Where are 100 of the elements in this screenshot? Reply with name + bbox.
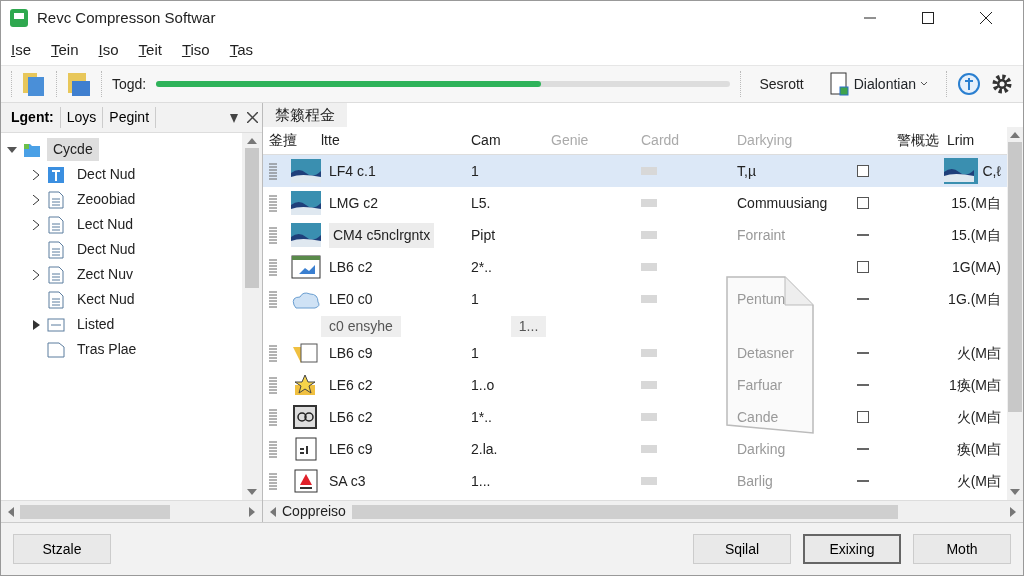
- table-cell-text: LB6 c9: [329, 343, 373, 363]
- table-cell-text: LE6 c2: [329, 375, 373, 395]
- table-row[interactable]: LB6 c9 1 Detasner 火(M卣: [263, 337, 1007, 369]
- footer-button[interactable]: Exixing: [803, 534, 901, 564]
- table-cell-text: 15.(M自: [951, 225, 1001, 245]
- chart-icon: [291, 255, 321, 279]
- column-header[interactable]: ltte: [321, 130, 471, 151]
- drag-handle-icon: [269, 290, 277, 308]
- table-row[interactable]: LMG c2 L5. Commuusiang 15.(M自: [263, 187, 1007, 219]
- drag-handle-icon: [269, 376, 277, 394]
- footer-button[interactable]: Stzale: [13, 534, 111, 564]
- tree-item[interactable]: Kect Nud: [71, 288, 141, 311]
- menu-item[interactable]: Tein: [51, 38, 79, 62]
- scroll-up-icon[interactable]: [1010, 131, 1020, 138]
- scroll-left-icon[interactable]: [7, 506, 14, 517]
- dropdown-button[interactable]: Dialontian: [821, 68, 936, 100]
- sidebar-tab[interactable]: Pegint: [103, 107, 157, 128]
- table-cell-text: Farfuar: [737, 375, 784, 395]
- table-cell-text: 1痪(M卣: [948, 375, 1001, 395]
- folder-icon[interactable]: [22, 71, 46, 97]
- tree-item[interactable]: Dect Nud: [71, 163, 142, 186]
- footer-button[interactable]: Sqilal: [693, 534, 791, 564]
- table-cell-text: Pipt: [471, 225, 497, 245]
- sidebar-tab[interactable]: Lgent:: [5, 107, 61, 128]
- table-cell-text: L5.: [471, 193, 492, 213]
- folder-icon[interactable]: [67, 71, 91, 97]
- scroll-up-icon[interactable]: [247, 137, 257, 144]
- column-header[interactable]: Lrim: [947, 130, 1007, 151]
- menu-item[interactable]: Ise: [11, 38, 31, 62]
- scroll-left-icon[interactable]: [269, 506, 276, 517]
- settings-icon[interactable]: [991, 73, 1013, 95]
- menu-item[interactable]: Iso: [98, 38, 119, 62]
- drag-handle-icon: [269, 408, 277, 426]
- table-cell-text: 1...: [471, 471, 492, 491]
- app-icon: [47, 165, 65, 184]
- column-header[interactable]: Cam: [471, 130, 551, 151]
- tree-item[interactable]: Dect Nud: [71, 238, 142, 261]
- scrollbar[interactable]: Coppreiso: [263, 500, 1023, 522]
- column-header[interactable]: 釜擅: [269, 130, 321, 151]
- drag-handle-icon: [269, 226, 277, 244]
- table-cell-text: Darking: [737, 439, 787, 459]
- table-cell-text: LE6 c9: [329, 439, 373, 459]
- table-row[interactable]: LБ6 c2 1*.. Cande 火(M卣: [263, 401, 1007, 433]
- table-cell-text: 痪(M卣: [956, 439, 1001, 459]
- table-cell-text: 火(M卣: [956, 343, 1001, 363]
- checkbox[interactable]: [857, 411, 869, 423]
- table-cell-text: 1G(MA): [952, 257, 1001, 277]
- scroll-down-icon[interactable]: [1010, 489, 1020, 496]
- table-cell-text: 1..o: [471, 375, 496, 395]
- table-cell-text: SA c3: [329, 471, 366, 491]
- maximize-icon: [922, 12, 934, 24]
- tree-item[interactable]: Cycde: [47, 138, 99, 161]
- sidebar-tab[interactable]: Loys: [60, 107, 104, 128]
- scroll-down-icon[interactable]: [247, 489, 257, 496]
- checkbox[interactable]: [857, 165, 869, 177]
- checkbox[interactable]: [857, 197, 869, 209]
- table-cell-text: LF4 c.1: [329, 161, 376, 181]
- table-cell-text: Barlig: [737, 471, 774, 491]
- collapse-arrow-icon[interactable]: [7, 144, 17, 155]
- dropdown-label: Dialontian: [853, 74, 916, 94]
- table-row[interactable]: LF4 c.1 1 T,µ C,ℓ: [263, 155, 1007, 187]
- scrollbar[interactable]: [1, 500, 262, 522]
- page-icon: [47, 340, 65, 359]
- scroll-right-icon[interactable]: [1010, 506, 1017, 517]
- tree-item[interactable]: Lect Nud: [71, 213, 140, 236]
- table-row[interactable]: LE0 c0 1 Pentum 1G.(M自: [263, 283, 1007, 315]
- menu-item[interactable]: Tiso: [181, 38, 210, 62]
- document-icon: [47, 215, 65, 234]
- menu-item[interactable]: Tas: [229, 38, 254, 62]
- table-cell-text: LMG c2: [329, 193, 378, 213]
- section-title: 禁籁程金: [263, 103, 347, 127]
- column-header[interactable]: 警概选: [897, 130, 947, 151]
- document-icon: [47, 240, 65, 259]
- pin-icon[interactable]: [229, 111, 239, 124]
- tree-item[interactable]: Tras Plae: [71, 338, 143, 361]
- table-row[interactable]: CM4 c5nclrgntx Pipt Forraint 15.(M自: [263, 219, 1007, 251]
- drag-handle-icon: [269, 344, 277, 362]
- scroll-right-icon[interactable]: [249, 506, 256, 517]
- table-cell-text: 15.(M自: [951, 193, 1001, 213]
- window-title: Revc Compresson Softwar: [37, 7, 217, 28]
- checkbox[interactable]: [857, 261, 869, 273]
- warning-icon: [291, 469, 321, 493]
- table-row[interactable]: LE6 c2 1..o Farfuar 1痪(M卣: [263, 369, 1007, 401]
- app-icon: [9, 8, 29, 28]
- tree-item[interactable]: Zect Nuv: [71, 263, 139, 286]
- scrollbar[interactable]: [242, 133, 262, 500]
- table-row[interactable]: LE6 c9 2.la. Darking 痪(M卣: [263, 433, 1007, 465]
- tree-item[interactable]: Zeoobiad: [71, 188, 142, 211]
- close-icon[interactable]: [247, 112, 258, 123]
- table-row[interactable]: SA c3 1... Barlig 火(M卣: [263, 465, 1007, 497]
- table-cell-text: 1: [471, 343, 480, 363]
- table-cell-text: Cande: [737, 407, 780, 427]
- table-cell: CM4 c5nclrgntx: [329, 222, 435, 248]
- footer-button[interactable]: Moth: [913, 534, 1011, 564]
- scrollbar[interactable]: [1007, 127, 1023, 500]
- tree-item[interactable]: Listed: [71, 313, 121, 336]
- expand-triangle-icon[interactable]: [31, 319, 41, 330]
- scroll-label: Coppreiso: [282, 502, 346, 521]
- table-cell-text: C,ℓ: [982, 161, 1001, 181]
- menu-item[interactable]: Teit: [138, 38, 162, 62]
